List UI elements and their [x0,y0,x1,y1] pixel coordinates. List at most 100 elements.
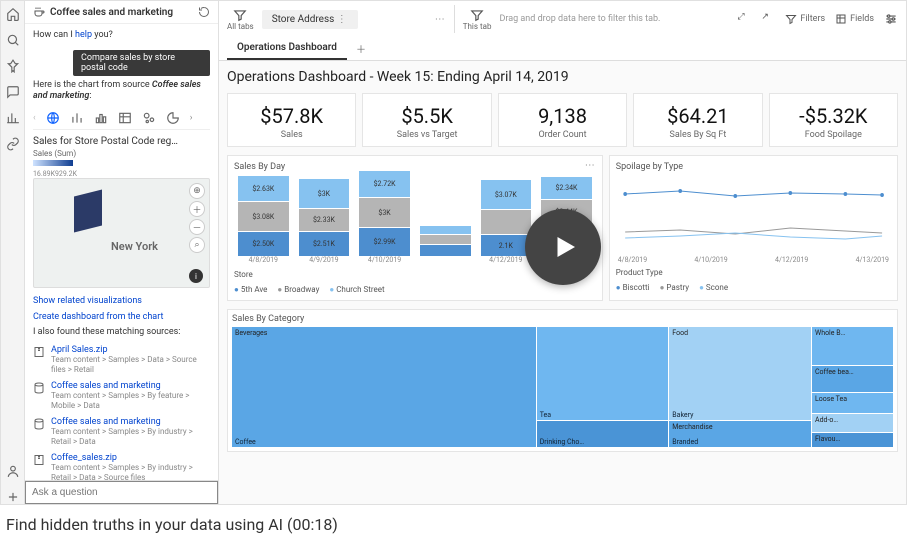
tm-beverages: BeveragesCoffee [232,327,536,447]
source-name[interactable]: April Sales.zip [51,345,210,355]
matching-sources-intro: I also found these matching sources: [33,327,210,339]
bar-legend: 5th Ave Broadway Church Street [234,285,596,294]
zip-icon [33,454,45,466]
treemap-card[interactable]: Sales By Category BeveragesCoffee Tea Dr… [227,309,898,452]
ask-bar [25,480,218,504]
tm-addon: Add-o… [812,414,893,431]
fullscreen-icon[interactable]: ↗ [761,12,775,26]
zip-icon [33,346,45,358]
legend-label: Sales (Sum) [33,149,210,158]
source-path: Team content > Samples > By industry > R… [51,427,193,446]
dashboard-title: Operations Dashboard - Week 15: Ending A… [227,69,898,85]
reset-icon[interactable] [198,6,210,18]
all-tabs-filter[interactable]: All tabs [227,8,254,31]
column-icon[interactable] [94,111,108,125]
assistant-title: Coffee sales and marketing [50,7,193,18]
card-more-icon[interactable]: ⋯ [585,160,596,171]
fields-button[interactable]: Fields [835,13,874,25]
zoom-in-icon[interactable]: ＋ [189,201,205,217]
crosshair-icon[interactable]: ⊕ [189,183,205,199]
pin-icon[interactable] [6,59,20,73]
zoom-out-icon[interactable]: － [189,219,205,235]
explore-icon[interactable] [6,33,20,47]
tm-coffeeb: Coffee bea… [812,366,893,392]
data-icon [33,418,45,430]
user-icon[interactable] [6,464,20,478]
play-button[interactable] [525,209,601,285]
tm-merch: MerchandiseBranded [669,421,811,447]
add-icon[interactable] [6,490,20,504]
video-caption: Find hidden truths in your data using AI… [0,505,907,538]
chevron-right-icon[interactable]: › [190,113,193,123]
source-name[interactable]: Coffee_sales.zip [51,453,210,463]
viz-type-tabs: ‹ › [33,107,210,130]
kpi-sales[interactable]: $57.8KSales [227,93,356,147]
source-name[interactable]: Coffee sales and marketing [51,417,210,427]
ask-input[interactable] [25,481,218,504]
map-controls: ⊕ ＋ － ⌕ [189,183,205,253]
chevron-left-icon[interactable]: ‹ [33,113,36,123]
expand-icon[interactable]: ⤢ [737,12,751,26]
filters-button[interactable]: Filters [785,13,825,25]
bar-icon[interactable] [70,111,84,125]
chart-icon[interactable] [6,111,20,125]
link-icon[interactable] [6,137,20,151]
table-icon[interactable] [118,111,132,125]
tm-drinking: Drinking Cho… [537,421,669,447]
kpi-food-spoilage[interactable]: -$5.32KFood Spoilage [769,93,898,147]
toolbar-more-icon[interactable]: ⋯ [435,14,446,25]
kpi-order-count[interactable]: 9,138Order Count [498,93,627,147]
data-icon [33,382,45,394]
source-path: Team content > Samples > Data > Source f… [51,355,197,374]
source-name[interactable]: Coffee sales and marketing [51,381,210,391]
suggestion-chip[interactable]: Compare sales by store postal code [73,50,210,76]
line-chart [616,176,891,256]
assistant-panel: Coffee sales and marketing How can I hel… [25,1,219,504]
this-tab-filter[interactable]: This tab [463,8,492,31]
filter-dropzone[interactable]: Drag and drop data here to filter this t… [499,14,660,24]
filter-pill[interactable]: Store Address ⋮ [262,10,358,29]
legend-title: Product Type [616,268,891,277]
create-dashboard-link[interactable]: Create dashboard from the chart [33,312,163,322]
nav-rail [1,1,25,504]
divider [454,5,455,33]
source-path: Team content > Samples > By industry > R… [51,463,193,480]
toolbar: All tabs Store Address ⋮ ⋯ This tab Drag… [219,1,906,37]
tm-flav: Flavou… [812,433,893,447]
kpi-sales-sqft[interactable]: $64.21Sales By Sq Ft [633,93,762,147]
chat-icon[interactable] [6,85,20,99]
context-line: Here is the chart from source Coffee sal… [33,80,210,103]
assistant-body: How can I help you? Compare sales by sto… [25,24,218,480]
more-icon: ⋮ [337,14,348,25]
tm-whole: Whole B… [812,327,893,365]
info-icon[interactable]: i [189,269,203,283]
tm-tea: Tea [537,327,669,420]
coffee-icon [33,6,45,18]
tm-loose: Loose Tea [812,393,893,414]
add-tab-icon[interactable]: ＋ [353,41,369,57]
search-map-icon[interactable]: ⌕ [189,237,205,253]
source-item: Coffee sales and marketing Team content … [33,417,210,447]
related-viz-link[interactable]: Show related visualizations [33,296,142,306]
treemap-grid: BeveragesCoffee Tea Drinking Cho… FoodBa… [232,327,893,447]
help-link[interactable]: help [75,30,92,40]
bubble-icon[interactable] [142,111,156,125]
map-region-shape [74,190,102,233]
spoilage-card[interactable]: Spoilage by Type 4/8/20194/10/20194/12/2… [609,155,898,301]
mini-chart-title: Sales for Store Postal Code reg… [33,136,210,147]
tab-operations[interactable]: Operations Dashboard [227,37,347,60]
map-city-label: New York [111,240,158,253]
home-icon[interactable] [6,7,20,21]
dashboard-tabs: Operations Dashboard ＋ [219,37,906,61]
source-item: April Sales.zip Team content > Samples >… [33,345,210,375]
globe-icon[interactable] [46,111,60,125]
map-visualization[interactable]: New York ⊕ ＋ － ⌕ i [33,178,210,288]
main-area: All tabs Store Address ⋮ ⋯ This tab Drag… [219,1,906,504]
line-x-axis: 4/8/20194/10/20194/12/20194/13/2019 [616,256,891,264]
assistant-header: Coffee sales and marketing [25,1,218,24]
source-item: Coffee_sales.zip Team content > Samples … [33,453,210,480]
kpi-sales-vs-target[interactable]: $5.5KSales vs Target [362,93,491,147]
settings-icon[interactable] [884,12,898,26]
pie-icon[interactable] [166,111,180,125]
app-frame: Coffee sales and marketing How can I hel… [0,0,907,505]
